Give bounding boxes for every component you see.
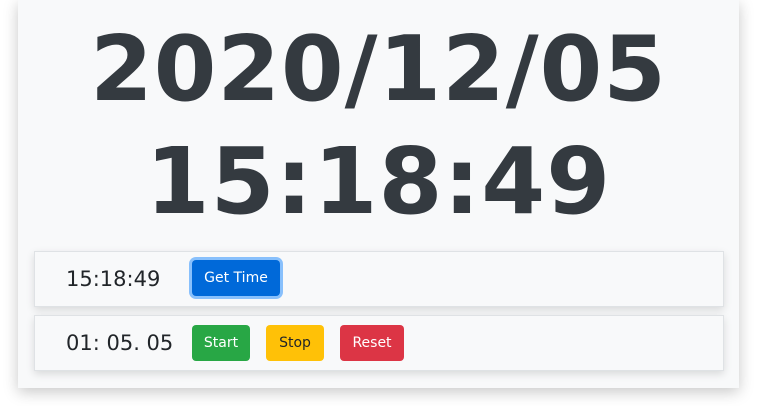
get-time-row: 15:18:49 Get Time xyxy=(34,251,724,307)
stopwatch-row: 01: 05. 05 Start Stop Reset xyxy=(34,315,724,371)
clock-date: 2020/12/05 xyxy=(90,17,667,122)
stop-button[interactable]: Stop xyxy=(266,325,324,361)
clock-card: 2020/12/05 15:18:49 15:18:49 Get Time 01… xyxy=(18,0,739,388)
start-button[interactable]: Start xyxy=(192,325,250,361)
clock-time: 15:18:49 xyxy=(145,128,612,235)
stopwatch-value: 01: 05. 05 xyxy=(66,331,174,355)
reset-button[interactable]: Reset xyxy=(340,325,404,361)
get-time-button[interactable]: Get Time xyxy=(192,260,280,296)
captured-time-value: 15:18:49 xyxy=(66,267,161,291)
